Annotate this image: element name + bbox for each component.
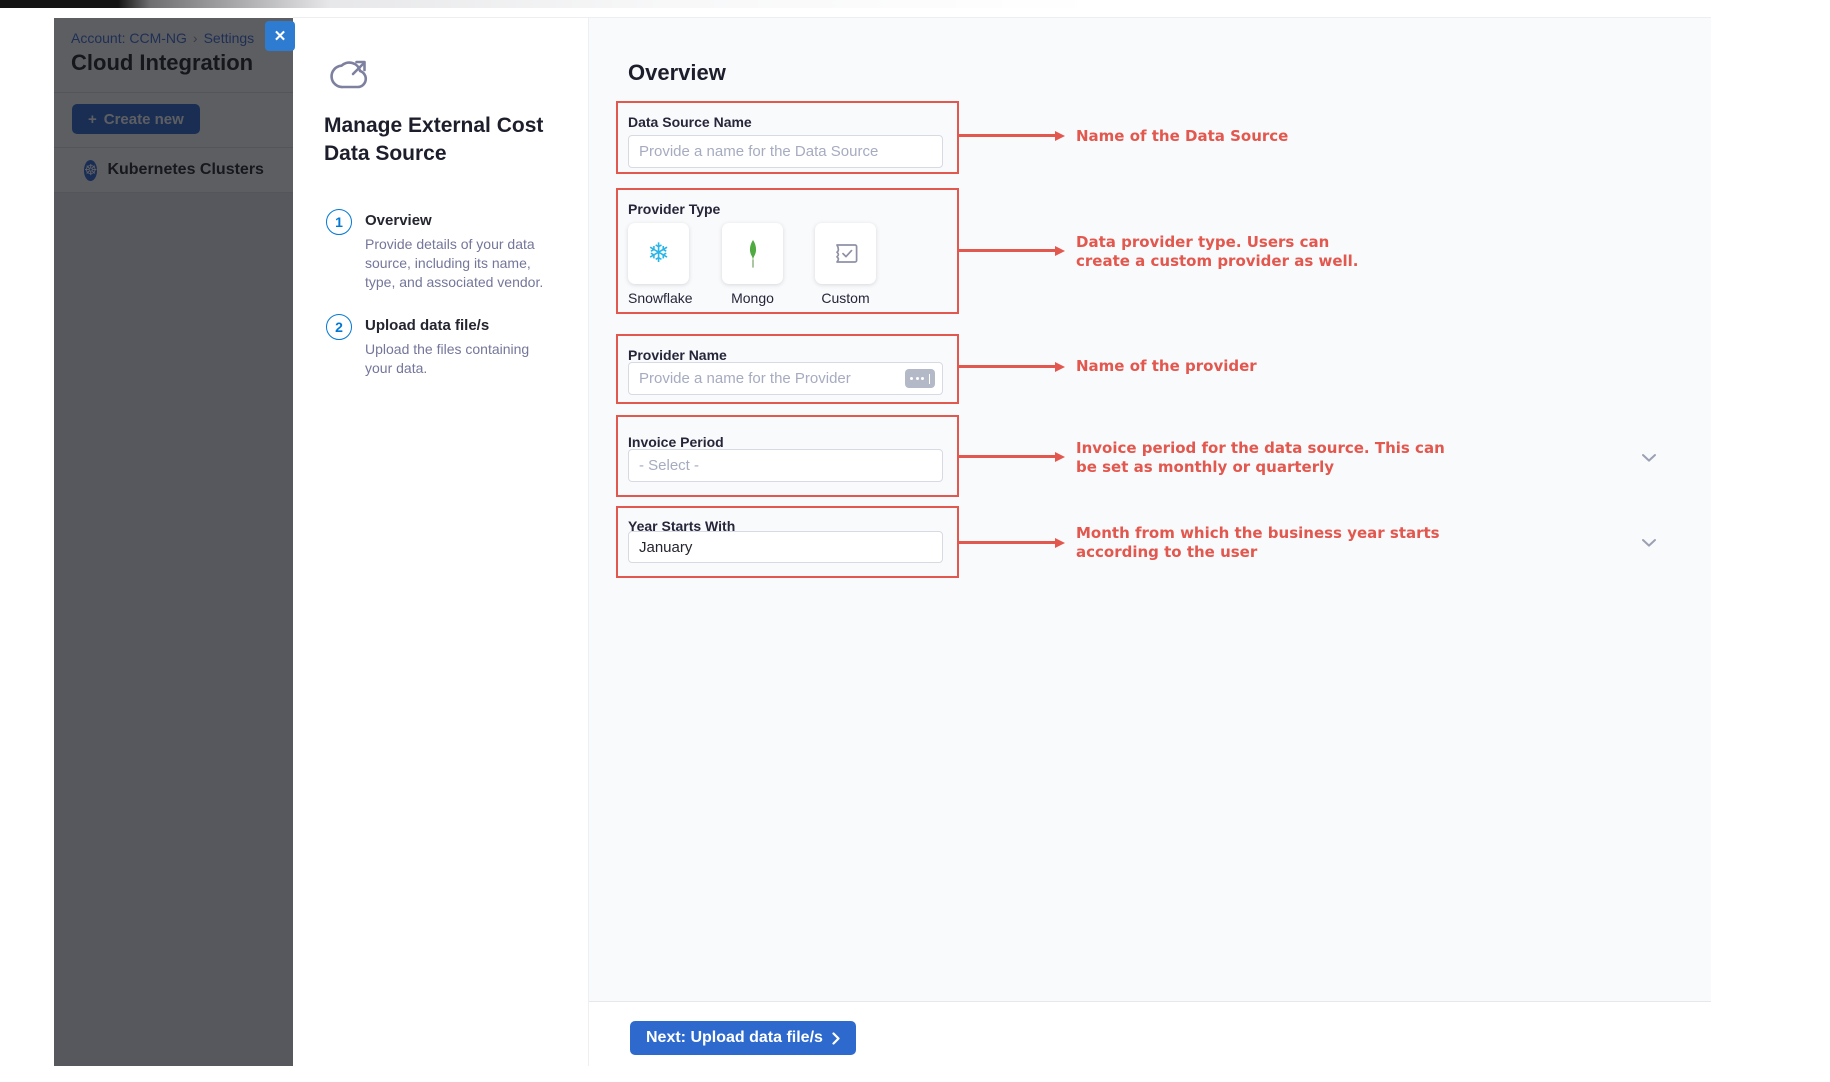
data-source-name-label: Data Source Name bbox=[628, 114, 752, 130]
annotation-arrow-1 bbox=[959, 130, 1065, 141]
wizard-step-1-label[interactable]: Overview bbox=[365, 212, 432, 229]
invoice-period-value: - Select - bbox=[639, 457, 699, 474]
year-starts-with-value: January bbox=[639, 539, 692, 556]
wizard-step-2-description: Upload the files containing your data. bbox=[365, 340, 551, 378]
snowflake-icon: ❄ bbox=[647, 240, 670, 267]
cloud-export-icon bbox=[329, 56, 375, 94]
step-2-number: 2 bbox=[335, 319, 343, 335]
annotation-arrow-4 bbox=[959, 451, 1065, 462]
invoice-period-caret-icon[interactable] bbox=[1641, 453, 1657, 463]
invoice-period-label: Invoice Period bbox=[628, 434, 724, 450]
modal-close-button[interactable]: ✕ bbox=[265, 21, 295, 51]
wizard-step-2-label[interactable]: Upload data file/s bbox=[365, 317, 489, 334]
provider-card-custom[interactable] bbox=[815, 223, 876, 284]
mongo-leaf-icon bbox=[741, 239, 765, 269]
provider-card-snowflake[interactable]: ❄ bbox=[628, 223, 689, 284]
overview-heading: Overview bbox=[628, 60, 726, 86]
annotation-arrow-3 bbox=[959, 361, 1065, 372]
custom-provider-icon bbox=[832, 241, 859, 266]
annotation-text-invoice-period: Invoice period for the data source. This… bbox=[1076, 439, 1445, 477]
create-new-label: Create new bbox=[104, 111, 184, 128]
step-1-number: 1 bbox=[335, 214, 343, 230]
wizard-step-2-circle[interactable]: 2 bbox=[326, 314, 352, 340]
invoice-period-select[interactable]: - Select - bbox=[628, 449, 943, 482]
annotation-text-provider-name: Name of the provider bbox=[1076, 357, 1257, 376]
annotation-text-provider-type: Data provider type. Users can create a c… bbox=[1076, 233, 1359, 271]
provider-label-custom: Custom bbox=[815, 290, 876, 306]
provider-label-snowflake: Snowflake bbox=[628, 290, 689, 306]
next-button-label: Next: Upload data file/s bbox=[646, 1029, 823, 1047]
manage-data-source-modal: Manage External Cost Data Source 1 Overv… bbox=[293, 17, 1711, 1066]
tab-kubernetes-clusters[interactable]: Kubernetes Clusters bbox=[107, 161, 264, 179]
wizard-sidebar: Manage External Cost Data Source 1 Overv… bbox=[293, 18, 589, 1066]
browser-window-edge bbox=[0, 0, 1160, 8]
wizard-step-1-circle[interactable]: 1 bbox=[326, 209, 352, 235]
year-starts-with-caret-icon[interactable] bbox=[1641, 538, 1657, 548]
breadcrumb: Account: CCM-NG › Settings bbox=[71, 30, 254, 46]
next-upload-data-button[interactable]: Next: Upload data file/s bbox=[630, 1021, 856, 1055]
provider-name-label: Provider Name bbox=[628, 347, 727, 363]
plus-icon: + bbox=[88, 111, 97, 128]
provider-card-mongo[interactable] bbox=[722, 223, 783, 284]
modal-footer: Next: Upload data file/s bbox=[589, 1001, 1711, 1067]
provider-name-input[interactable] bbox=[628, 362, 943, 395]
provider-label-mongo: Mongo bbox=[722, 290, 783, 306]
annotation-arrow-2 bbox=[959, 245, 1065, 256]
annotation-text-data-source-name: Name of the Data Source bbox=[1076, 127, 1288, 146]
wizard-title: Manage External Cost Data Source bbox=[324, 112, 562, 168]
close-icon: ✕ bbox=[274, 27, 287, 45]
screen: Account: CCM-NG › Settings Cloud Integrati… bbox=[0, 0, 1830, 1082]
annotation-text-year-starts-with: Month from which the business year start… bbox=[1076, 524, 1440, 562]
overview-step-content: Overview Data Source Name Provider Type … bbox=[589, 18, 1711, 1066]
provider-type-label: Provider Type bbox=[628, 201, 720, 217]
annotation-arrow-5 bbox=[959, 537, 1065, 548]
create-new-button[interactable]: + Create new bbox=[72, 104, 200, 134]
breadcrumb-settings-link[interactable]: Settings bbox=[204, 30, 255, 46]
breadcrumb-separator-icon: › bbox=[193, 30, 198, 46]
year-starts-with-select[interactable]: January bbox=[628, 531, 943, 563]
breadcrumb-account-link[interactable]: Account: CCM-NG bbox=[71, 30, 187, 46]
expression-toggle-button[interactable] bbox=[905, 369, 935, 388]
page-title: Cloud Integration bbox=[71, 50, 253, 76]
kubernetes-icon: ☸ bbox=[84, 160, 97, 181]
wizard-step-1-description: Provide details of your data source, inc… bbox=[365, 235, 561, 292]
data-source-name-input[interactable] bbox=[628, 135, 943, 168]
chevron-right-icon bbox=[832, 1032, 840, 1045]
